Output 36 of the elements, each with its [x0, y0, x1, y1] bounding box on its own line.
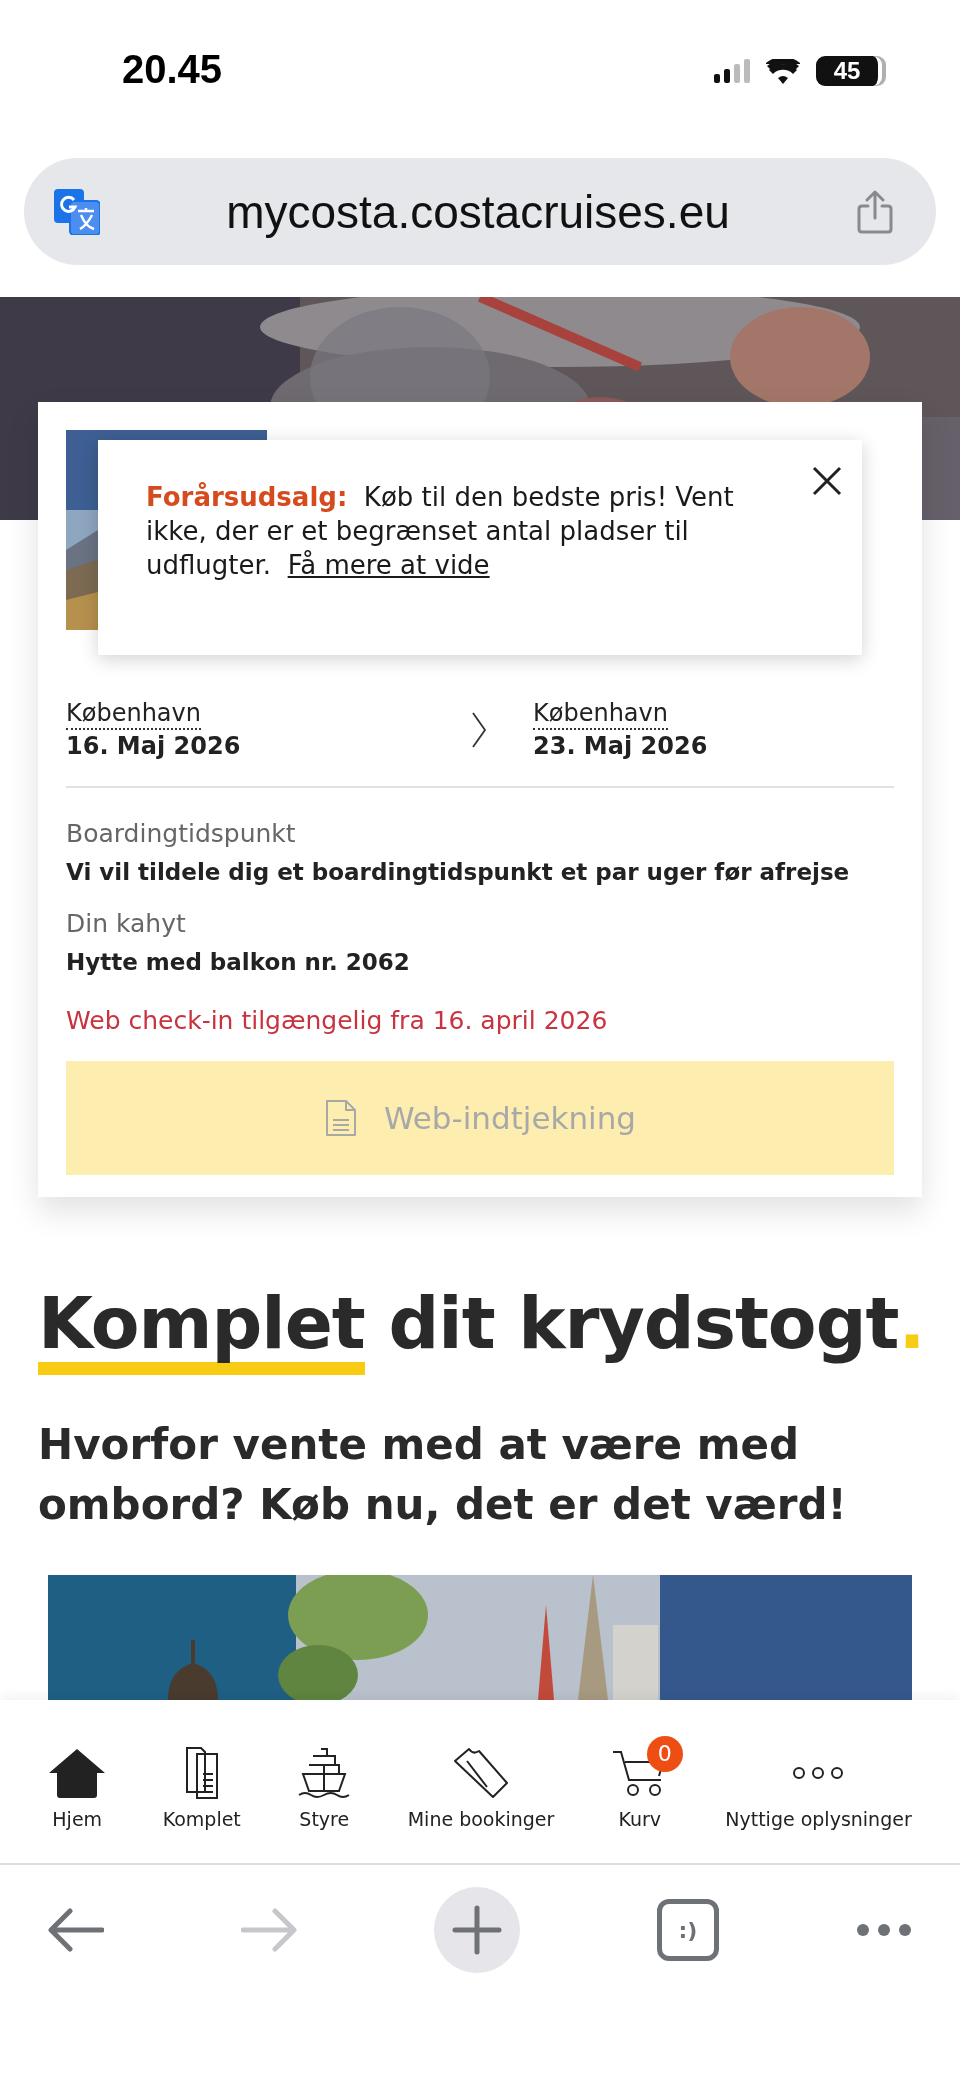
cart-count-badge: 0 [646, 1735, 683, 1772]
address-bar[interactable]: mycosta.costacruises.eu [24, 158, 936, 265]
detail-value: Vi vil tildele dig et boardingtidspunkt et par uger før afrejse [66, 858, 850, 887]
brochure-icon [184, 1745, 219, 1800]
checkin-notice: Web check-in tilgængelig fra 16. april 2026 [66, 1006, 609, 1035]
new-tab-icon[interactable] [434, 1887, 520, 1973]
url-text[interactable]: mycosta.costacruises.eu [226, 184, 730, 239]
section-heading: Komplet dit krydstogt. [38, 1279, 922, 1375]
section-subheading: Hvorfor vente med at være med ombord? Køb nu, det er det værd! [38, 1419, 848, 1531]
learn-more-link[interactable]: Få mere at vide [287, 550, 490, 580]
more-icon[interactable] [856, 1923, 912, 1937]
share-icon[interactable] [856, 189, 894, 234]
ticket-icon [453, 1746, 509, 1799]
departure-port: København [66, 698, 201, 730]
arrival-port: København [533, 698, 668, 730]
nav-item[interactable]: Hjem [32, 1733, 123, 1830]
signal-icon [714, 59, 750, 83]
back-icon[interactable] [48, 1907, 104, 1953]
home-icon [48, 1746, 107, 1799]
status-time: 20.45 [122, 47, 223, 92]
nav-item[interactable]: Nyttige oplysninger [709, 1733, 928, 1830]
detail-label: Din kahyt [66, 908, 186, 940]
departure-date: 16. Maj 2026 [66, 731, 241, 762]
chevron-right-icon [471, 712, 487, 748]
nav-item[interactable]: 0 Kurv [594, 1733, 685, 1830]
detail-label: Boardingtidspunkt [66, 818, 296, 850]
nav-item[interactable]: Komplet [146, 1733, 257, 1830]
nav-item[interactable]: Mine bookinger [391, 1733, 571, 1830]
detail-value: Hytte med balkon nr. 2062 [66, 948, 410, 977]
nav-item[interactable]: Styre [281, 1733, 368, 1830]
more-icon [792, 1765, 845, 1780]
translate-icon[interactable] [54, 188, 100, 235]
tabs-button[interactable]: :) [657, 1899, 719, 1961]
arrival-date: 23. Maj 2026 [533, 731, 708, 762]
ship-icon [297, 1746, 352, 1799]
document-icon [323, 1098, 358, 1138]
